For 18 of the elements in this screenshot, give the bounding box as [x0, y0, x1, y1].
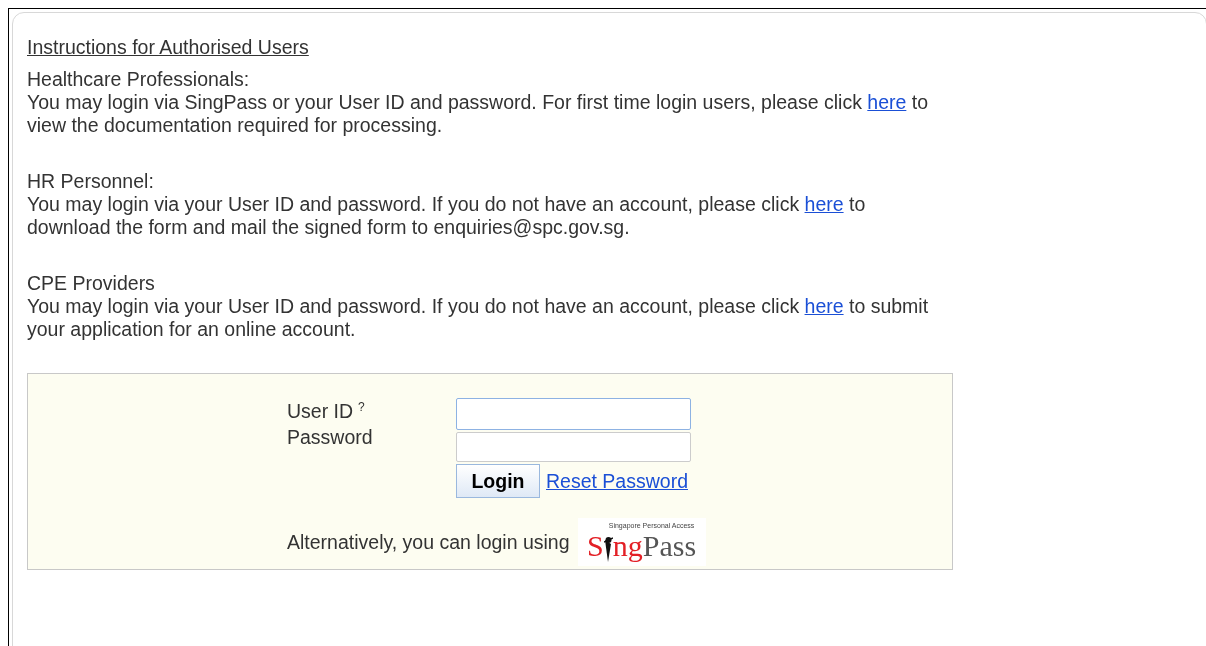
- section-heading: HR Personnel:: [27, 170, 155, 193]
- here-link[interactable]: here: [867, 91, 907, 113]
- here-link[interactable]: here: [804, 193, 844, 215]
- section-text: You may login via your User ID and password. If you do not have an account, please click here to download the form and mail the signed form to enquiries@spc.gov.sg.: [27, 193, 867, 239]
- section-text: You may login via your User ID and password. If you do not have an account, please click here to submit your application for an online account.: [27, 295, 930, 341]
- section-text: You may login via SingPass or your User ID and password. For first time login users, please click here to view the documentation required for processing.: [27, 91, 930, 137]
- password-label: Password: [287, 426, 374, 449]
- section-heading: CPE Providers: [27, 272, 156, 295]
- user-id-field[interactable]: [456, 398, 691, 430]
- help-mark[interactable]: ?: [358, 400, 365, 423]
- user-id-label: User ID: [287, 400, 354, 423]
- here-link[interactable]: here: [804, 295, 844, 317]
- instructions-heading: Instructions for Authorised Users: [27, 36, 309, 59]
- password-field[interactable]: [456, 432, 691, 462]
- login-button[interactable]: Login: [456, 464, 540, 498]
- alternative-login-text: Alternatively, you can login using: [287, 530, 570, 554]
- section-heading: Healthcare Professionals:: [27, 68, 251, 91]
- reset-password-link[interactable]: Reset Password: [546, 469, 688, 493]
